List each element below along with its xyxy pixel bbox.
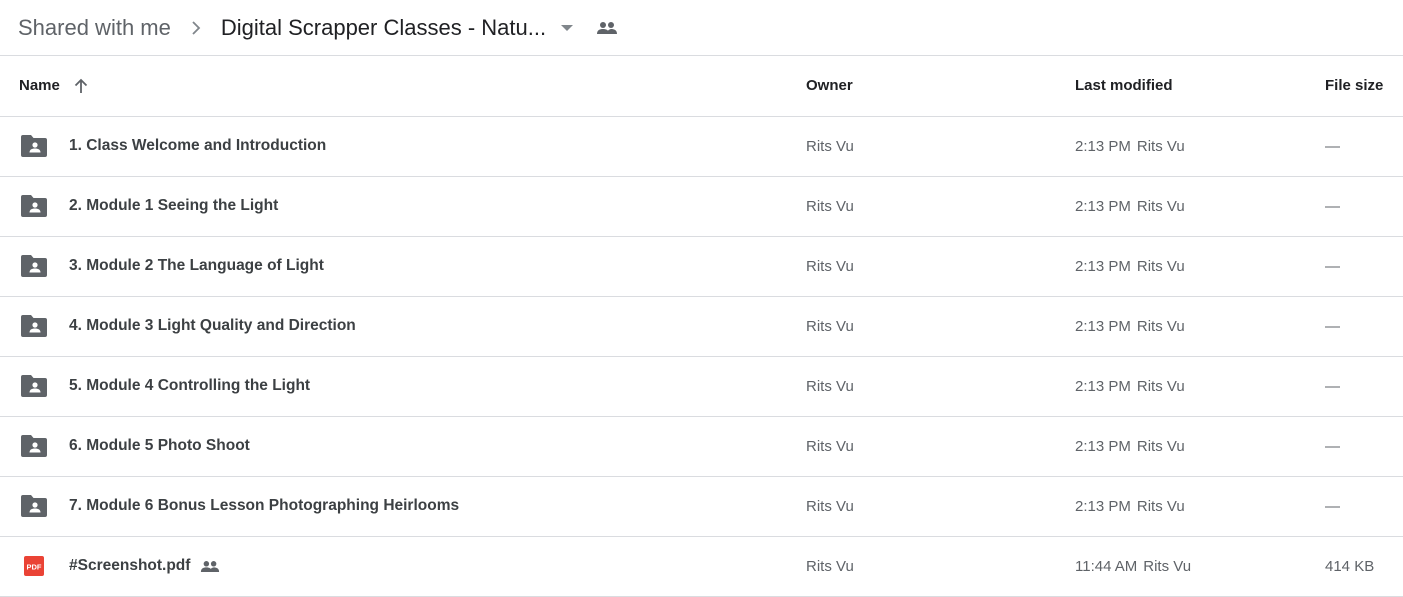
owner: Rits Vu bbox=[806, 176, 1075, 237]
modified-by: Rits Vu bbox=[1136, 377, 1185, 395]
svg-text:PDF: PDF bbox=[27, 563, 42, 572]
owner: Rits Vu bbox=[806, 476, 1075, 537]
modified-time: 2:13 PM bbox=[1075, 437, 1131, 455]
owner: Rits Vu bbox=[806, 296, 1075, 357]
modified-by: Rits Vu bbox=[1143, 557, 1192, 575]
file-name[interactable]: 5. Module 4 Controlling the Light bbox=[69, 377, 310, 395]
shared-folder-icon bbox=[21, 315, 47, 337]
modified-time: 2:13 PM bbox=[1075, 257, 1131, 275]
chevron-right-icon bbox=[189, 20, 203, 35]
file-name[interactable]: #Screenshot.pdf bbox=[69, 557, 190, 575]
modified-by: Rits Vu bbox=[1136, 497, 1185, 515]
breadcrumb-current-folder[interactable]: Digital Scrapper Classes - Natu... bbox=[221, 15, 546, 41]
modified-time: 2:13 PM bbox=[1075, 317, 1131, 335]
modified-time: 2:13 PM bbox=[1075, 497, 1131, 515]
table-row[interactable]: PDF #Screenshot.pdf Rits Vu 11:44 AM Rits… bbox=[0, 536, 1403, 597]
table-row[interactable]: 7. Module 6 Bonus Lesson Photographing H… bbox=[0, 476, 1403, 537]
last-modified: 2:13 PM Rits Vu bbox=[1075, 116, 1325, 177]
table-row[interactable]: 6. Module 5 Photo Shoot Rits Vu 2:13 PM R… bbox=[0, 416, 1403, 477]
shared-folder-icon bbox=[21, 435, 47, 457]
breadcrumb-shared-with-me[interactable]: Shared with me bbox=[18, 15, 171, 41]
last-modified: 2:13 PM Rits Vu bbox=[1075, 236, 1325, 297]
file-size: — bbox=[1325, 116, 1403, 177]
modified-by: Rits Vu bbox=[1136, 317, 1185, 335]
file-name[interactable]: 7. Module 6 Bonus Lesson Photographing H… bbox=[69, 497, 459, 515]
shared-folder-icon bbox=[21, 135, 47, 157]
file-name[interactable]: 2. Module 1 Seeing the Light bbox=[69, 197, 278, 215]
modified-time: 2:13 PM bbox=[1075, 137, 1131, 155]
shared-folder-icon bbox=[21, 255, 47, 277]
file-size: — bbox=[1325, 296, 1403, 357]
modified-time: 11:44 AM bbox=[1075, 557, 1138, 575]
column-header-name-label: Name bbox=[19, 77, 60, 95]
modified-by: Rits Vu bbox=[1136, 257, 1185, 275]
shared-folder-icon bbox=[21, 195, 47, 217]
shared-people-icon[interactable] bbox=[596, 21, 618, 35]
owner: Rits Vu bbox=[806, 416, 1075, 477]
modified-by: Rits Vu bbox=[1136, 197, 1185, 215]
caret-down-icon[interactable] bbox=[560, 21, 574, 35]
last-modified: 2:13 PM Rits Vu bbox=[1075, 416, 1325, 477]
column-header-owner[interactable]: Owner bbox=[806, 56, 1075, 117]
column-header-name[interactable]: Name bbox=[0, 56, 806, 117]
last-modified: 2:13 PM Rits Vu bbox=[1075, 356, 1325, 417]
sort-ascending-arrow-icon[interactable] bbox=[74, 78, 88, 94]
modified-time: 2:13 PM bbox=[1075, 197, 1131, 215]
shared-folder-icon bbox=[21, 495, 47, 517]
last-modified: 2:13 PM Rits Vu bbox=[1075, 176, 1325, 237]
file-list: Name Owner Last modified File size 1. Cl… bbox=[0, 56, 1403, 597]
file-size: — bbox=[1325, 176, 1403, 237]
table-row[interactable]: 5. Module 4 Controlling the Light Rits V… bbox=[0, 356, 1403, 417]
shared-people-icon bbox=[200, 560, 220, 573]
file-name[interactable]: 1. Class Welcome and Introduction bbox=[69, 137, 326, 155]
file-name[interactable]: 4. Module 3 Light Quality and Direction bbox=[69, 317, 356, 335]
modified-time: 2:13 PM bbox=[1075, 377, 1131, 395]
file-size: — bbox=[1325, 416, 1403, 477]
owner: Rits Vu bbox=[806, 536, 1075, 597]
table-header-row: Name Owner Last modified File size bbox=[0, 56, 1403, 117]
file-size: 414 KB bbox=[1325, 536, 1403, 597]
column-header-file-size[interactable]: File size bbox=[1325, 56, 1403, 117]
last-modified: 2:13 PM Rits Vu bbox=[1075, 296, 1325, 357]
last-modified: 2:13 PM Rits Vu bbox=[1075, 476, 1325, 537]
table-row[interactable]: 4. Module 3 Light Quality and Direction … bbox=[0, 296, 1403, 357]
file-name[interactable]: 6. Module 5 Photo Shoot bbox=[69, 437, 250, 455]
owner: Rits Vu bbox=[806, 236, 1075, 297]
file-size: — bbox=[1325, 476, 1403, 537]
file-name[interactable]: 3. Module 2 The Language of Light bbox=[69, 257, 324, 275]
owner: Rits Vu bbox=[806, 356, 1075, 417]
table-row[interactable]: 1. Class Welcome and Introduction Rits V… bbox=[0, 116, 1403, 177]
last-modified: 11:44 AM Rits Vu bbox=[1075, 536, 1325, 597]
file-size: — bbox=[1325, 356, 1403, 417]
breadcrumb: Shared with me Digital Scrapper Classes … bbox=[0, 0, 1403, 56]
modified-by: Rits Vu bbox=[1136, 137, 1185, 155]
column-header-last-modified[interactable]: Last modified bbox=[1075, 56, 1325, 117]
table-row[interactable]: 2. Module 1 Seeing the Light Rits Vu 2:1… bbox=[0, 176, 1403, 237]
file-size: — bbox=[1325, 236, 1403, 297]
pdf-icon: PDF bbox=[21, 555, 47, 577]
owner: Rits Vu bbox=[806, 116, 1075, 177]
modified-by: Rits Vu bbox=[1136, 437, 1185, 455]
table-row[interactable]: 3. Module 2 The Language of Light Rits V… bbox=[0, 236, 1403, 297]
shared-folder-icon bbox=[21, 375, 47, 397]
